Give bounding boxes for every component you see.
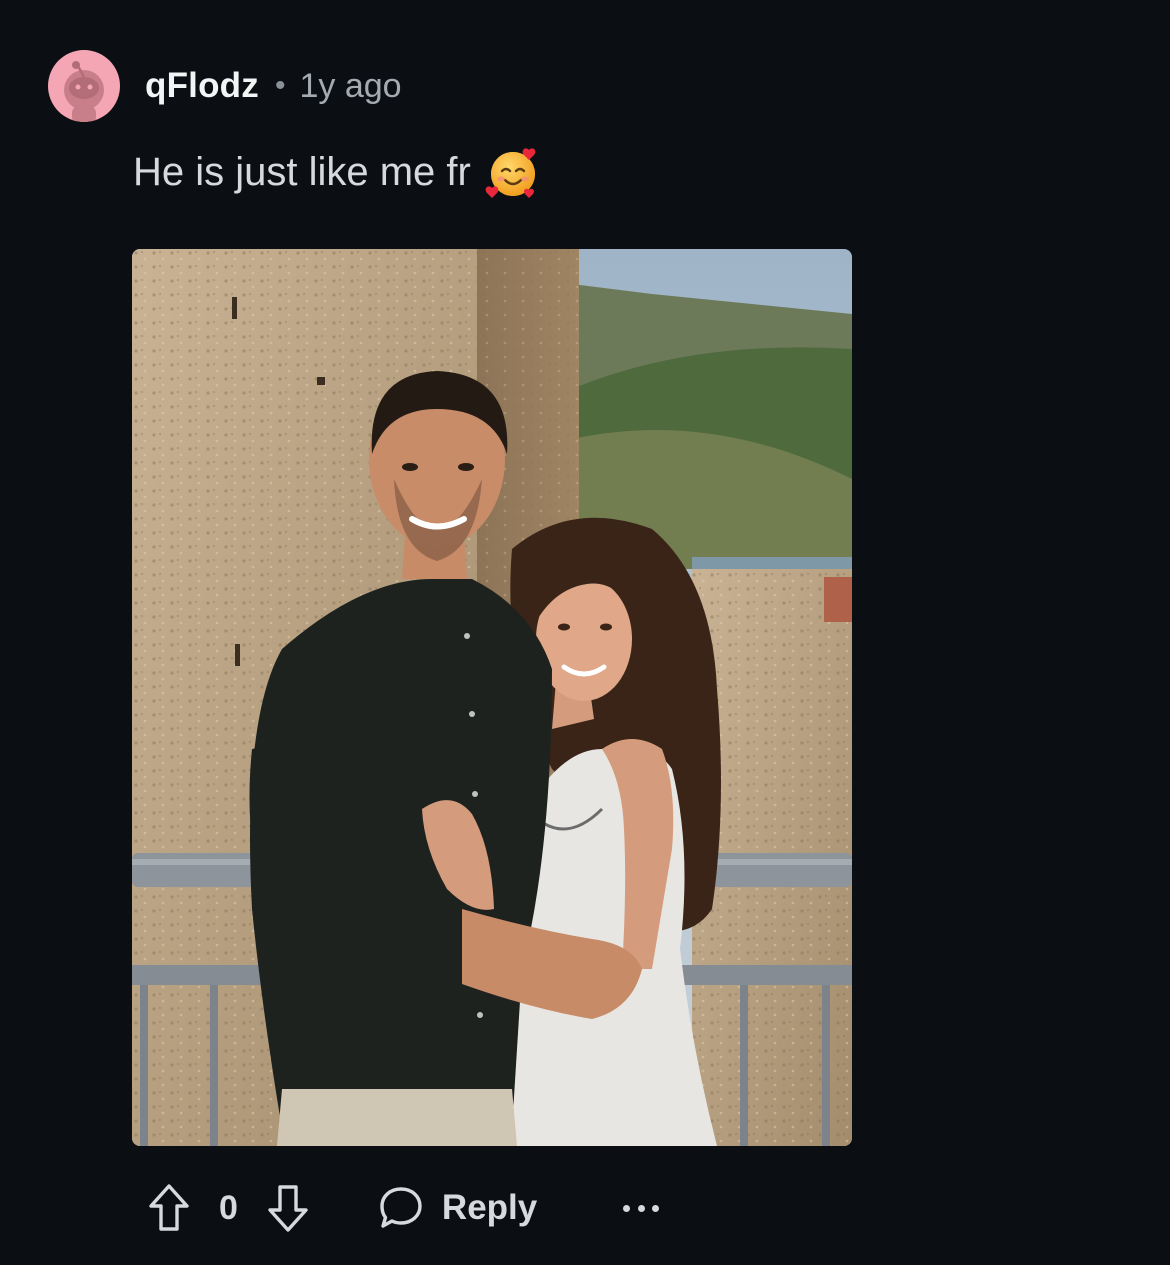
comment-text: He is just like me fr xyxy=(133,149,471,194)
username[interactable]: qFlodz xyxy=(145,66,259,106)
more-dot-icon xyxy=(623,1204,631,1212)
comment-card: qFlodz • 1y ago He is just like me fr 0 … xyxy=(0,0,1170,1265)
comment-actions: 0 Reply xyxy=(145,1178,660,1238)
upvote-button[interactable] xyxy=(145,1182,193,1234)
smiling-face-with-hearts-icon xyxy=(485,148,536,198)
speech-bubble-icon xyxy=(380,1187,422,1228)
downvote-button[interactable] xyxy=(264,1182,312,1234)
vote-score: 0 xyxy=(219,1188,238,1227)
more-dot-icon xyxy=(652,1204,660,1212)
reply-label: Reply xyxy=(441,1188,538,1227)
comment-header: qFlodz • 1y ago xyxy=(48,50,402,122)
separator-dot: • xyxy=(274,69,286,102)
more-options-button[interactable] xyxy=(623,1198,660,1218)
more-dot-icon xyxy=(637,1204,645,1212)
downvote-arrow-icon xyxy=(268,1185,308,1232)
snoo-avatar-icon xyxy=(64,61,104,122)
upvote-arrow-icon xyxy=(149,1184,189,1231)
avatar[interactable] xyxy=(48,50,120,122)
reply-button[interactable]: Reply xyxy=(378,1185,537,1231)
couple-photo xyxy=(132,249,852,1146)
comment-image[interactable] xyxy=(132,249,852,1146)
timestamp: 1y ago xyxy=(299,66,402,105)
comment-body: He is just like me fr xyxy=(133,144,541,200)
